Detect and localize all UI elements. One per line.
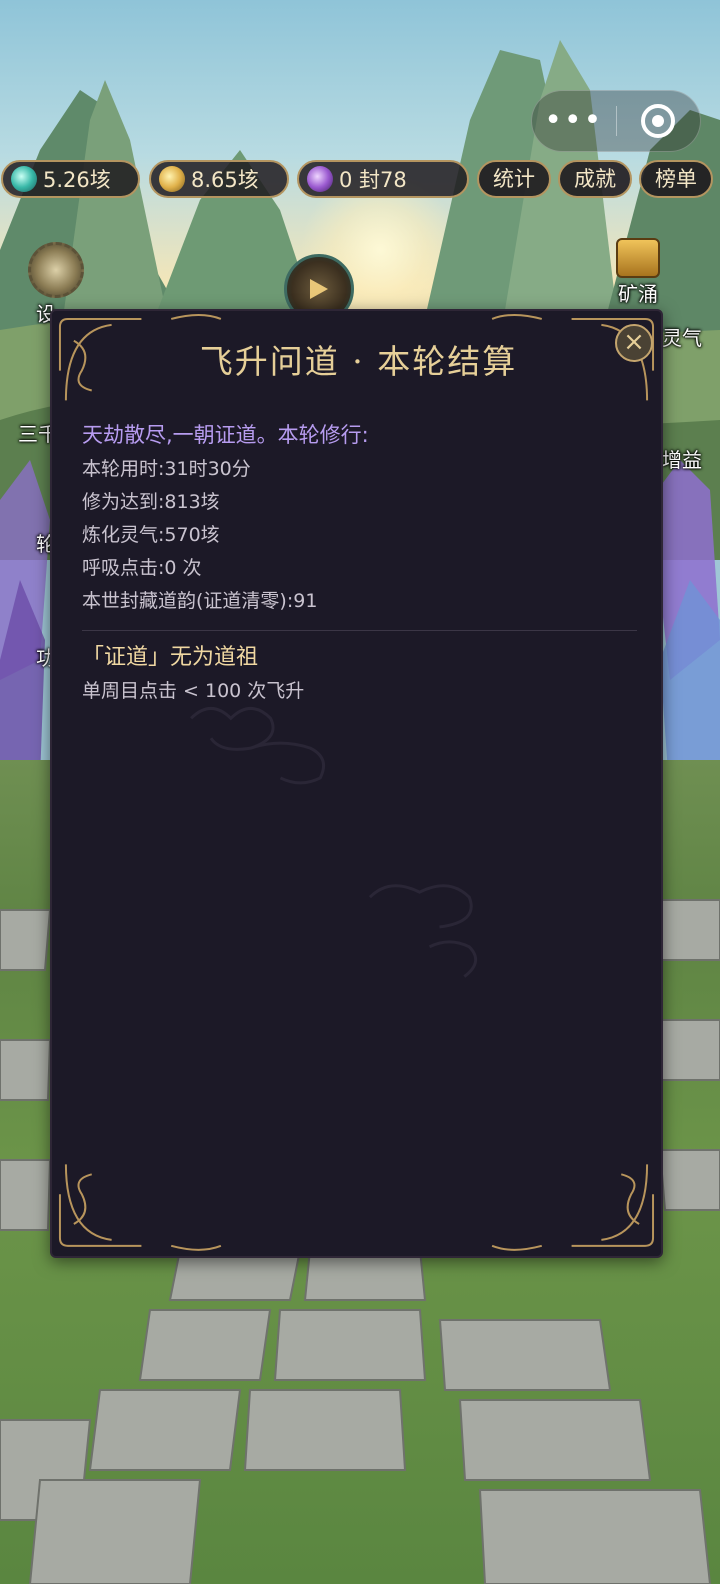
- resource-qi: 5.26垓: [1, 160, 140, 198]
- gold-coin-icon: [159, 166, 185, 192]
- ranking-button[interactable]: 榜单: [639, 160, 713, 198]
- resource-qi-value: 5.26垓: [43, 168, 111, 192]
- gear-icon: [28, 242, 84, 298]
- stats-button[interactable]: 统计: [477, 160, 551, 198]
- stat-sealed-dao-rhyme: 本世封藏道韵(证道清零):91: [82, 590, 318, 612]
- spirit-label[interactable]: 灵气: [662, 322, 702, 351]
- ascension-settlement-modal: 飞升问道 · 本轮结算 × 天劫散尽,一朝证道。本轮修行: 本轮用时:31时30…: [50, 309, 663, 1258]
- achievement-description: 单周目点击 < 100 次飞升: [82, 680, 305, 702]
- close-x-icon[interactable]: ×: [615, 324, 653, 362]
- mini-program-capsule: •••: [531, 90, 701, 152]
- stat-round-time: 本轮用时:31时30分: [82, 458, 251, 480]
- spirit-qi-icon: [11, 166, 37, 192]
- resource-violet: 0 封78: [297, 160, 469, 198]
- modal-title: 飞升问道 · 本轮结算: [199, 342, 518, 381]
- resource-gold-value: 8.65垓: [191, 168, 259, 192]
- achievement-title: 「证道」无为道祖: [82, 645, 259, 670]
- boost-label[interactable]: 增益: [662, 444, 702, 473]
- violet-orb-icon: [307, 166, 333, 192]
- settlement-content: 天劫散尽,一朝证道。本轮修行: 本轮用时:31时30分 修为达到:813垓 炼化…: [82, 417, 637, 707]
- summary-heading: 天劫散尽,一朝证道。本轮修行:: [82, 423, 369, 447]
- resource-gold: 8.65垓: [149, 160, 289, 198]
- mine-button[interactable]: 矿涌: [610, 238, 666, 307]
- target-circle-icon[interactable]: [617, 104, 701, 138]
- stat-cultivation: 修为达到:813垓: [82, 491, 220, 513]
- achievements-button[interactable]: 成就: [558, 160, 632, 198]
- content-divider: [82, 630, 637, 631]
- stat-breath-clicks: 呼吸点击:0 次: [82, 557, 202, 579]
- mine-cart-icon: [616, 238, 660, 278]
- resource-violet-value: 0 封78: [339, 168, 407, 192]
- stat-refined-qi: 炼化灵气:570垓: [82, 524, 220, 546]
- more-dots-icon[interactable]: •••: [532, 90, 616, 152]
- mine-label: 矿涌: [618, 282, 658, 306]
